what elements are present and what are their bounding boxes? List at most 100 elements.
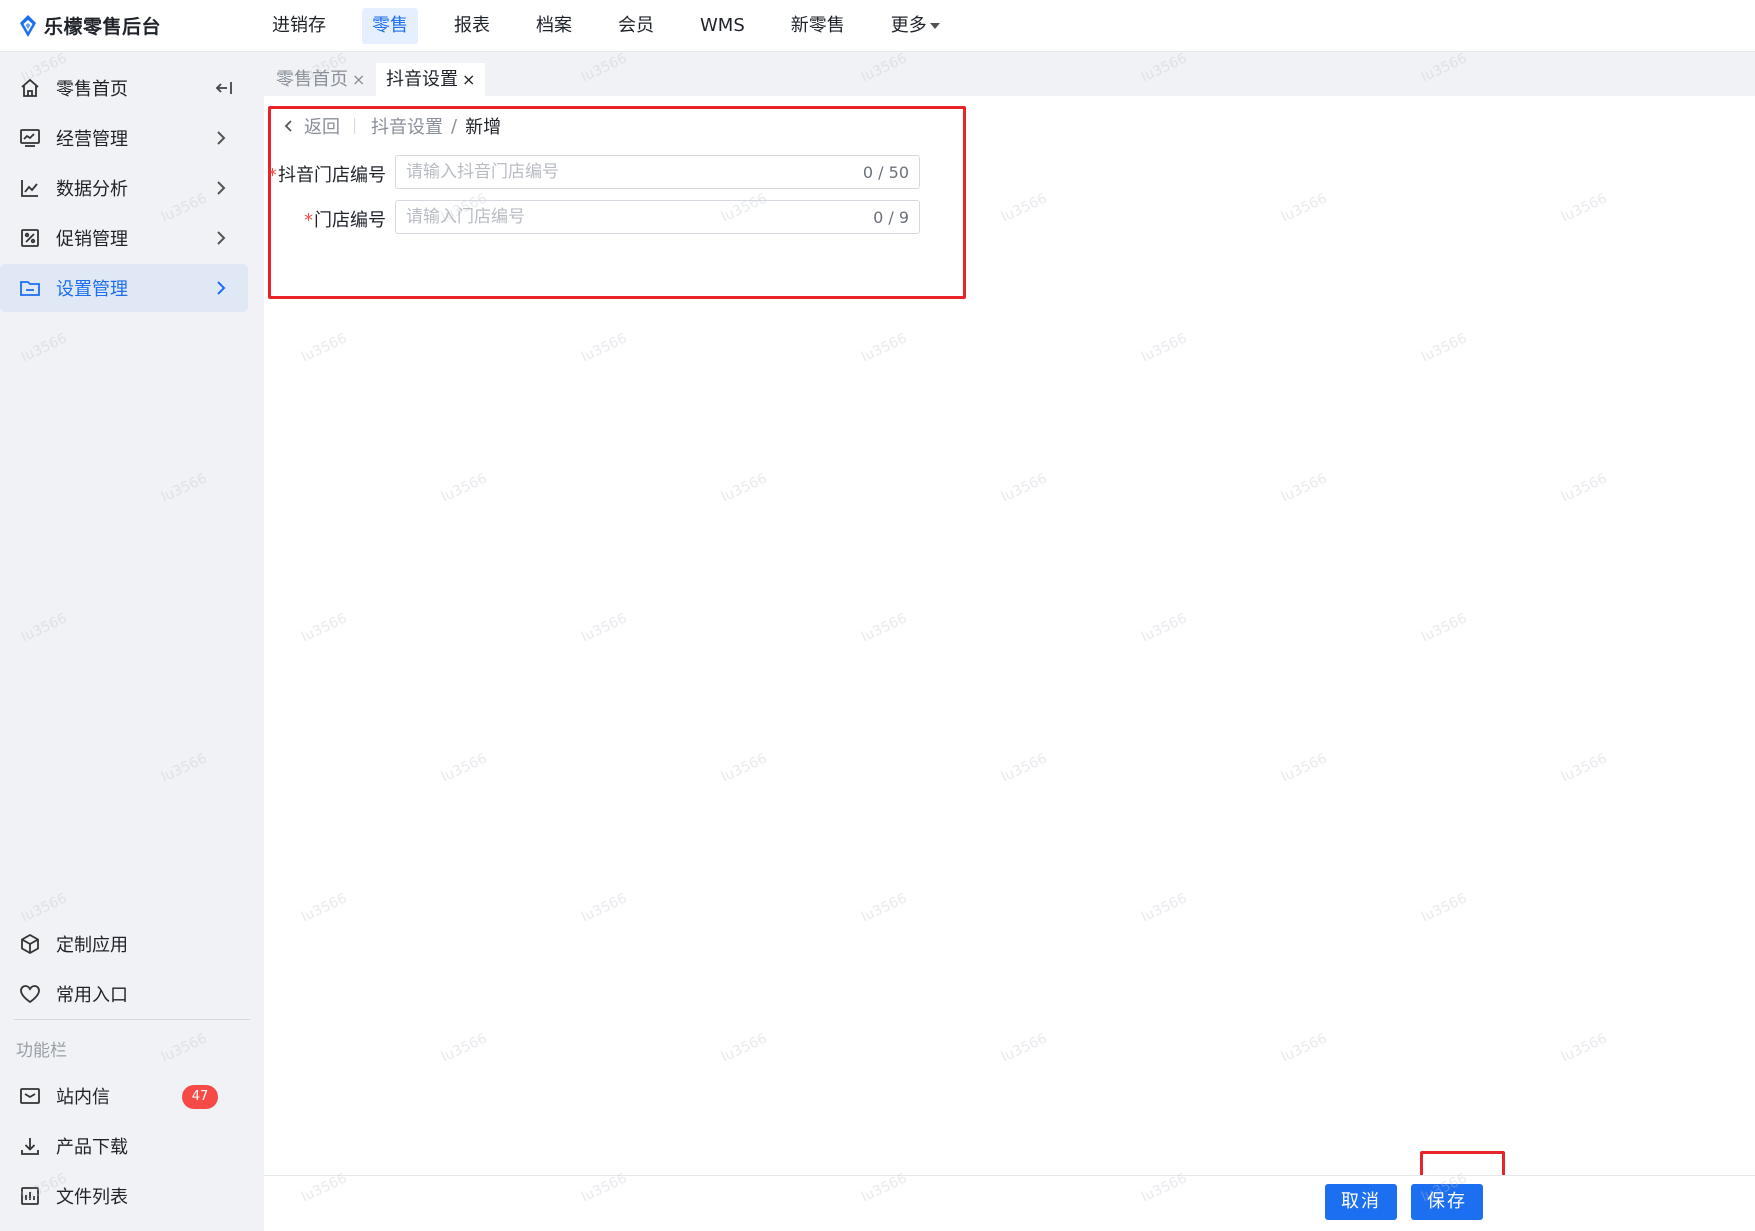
watermark-text: lu3566 — [298, 610, 350, 646]
top-nav: 进销存 零售 报表 档案 会员 WMS 新零售 更多 — [262, 0, 950, 52]
topnav-item-more[interactable]: 更多 — [881, 8, 950, 44]
save-button[interactable]: 保存 — [1411, 1184, 1483, 1220]
folder-icon — [18, 276, 42, 300]
back-link[interactable]: 返回 — [304, 113, 340, 139]
store-code-input[interactable] — [406, 207, 866, 227]
watermark-text: lu3566 — [998, 1030, 1050, 1066]
brand[interactable]: 乐檬零售后台 — [0, 0, 262, 52]
watermark-text: lu3566 — [438, 470, 490, 506]
topnav-item-reports[interactable]: 报表 — [444, 8, 500, 44]
topnav-item-new-retail[interactable]: 新零售 — [781, 8, 855, 44]
chevron-right-icon — [217, 131, 226, 145]
chevron-right-icon — [217, 181, 226, 195]
promo-icon — [18, 226, 42, 250]
tab-label: 抖音设置 — [386, 69, 458, 90]
sidebar-section-title: 功能栏 — [16, 1041, 67, 1061]
watermark-text: lu3566 — [1278, 750, 1330, 786]
watermark-text: lu3566 — [578, 610, 630, 646]
watermark-text: lu3566 — [998, 750, 1050, 786]
heart-icon — [18, 982, 42, 1006]
watermark-text: lu3566 — [1418, 890, 1470, 926]
close-icon[interactable]: × — [462, 70, 475, 89]
footer-bar — [264, 1175, 1755, 1231]
cancel-button[interactable]: 取消 — [1325, 1184, 1397, 1220]
app-title: 乐檬零售后台 — [44, 16, 162, 38]
sidebar-item-label: 定制应用 — [56, 935, 128, 956]
breadcrumb-parent[interactable]: 抖音设置 — [371, 113, 443, 139]
watermark-text: lu3566 — [438, 1030, 490, 1066]
sidebar-item-label: 经营管理 — [56, 129, 128, 150]
topnav-item-archive[interactable]: 档案 — [526, 8, 582, 44]
file-list-icon — [18, 1184, 42, 1208]
home-icon — [18, 76, 42, 100]
sidebar-item-label: 零售首页 — [56, 79, 128, 100]
sidebar: 零售首页 经营管理 数据分析 促销管理 设置管理 定制应用 常用入口 功能栏 站… — [0, 52, 264, 1231]
sidebar-item-label: 文件列表 — [56, 1187, 128, 1208]
store-code-label: *门店编号 — [268, 206, 386, 232]
topnav-item-member[interactable]: 会员 — [608, 8, 664, 44]
field-label-text: 抖音门店编号 — [278, 165, 386, 186]
mail-icon — [18, 1084, 42, 1108]
sidebar-item-label: 设置管理 — [56, 279, 128, 300]
collapse-sidebar-icon[interactable] — [212, 76, 236, 100]
sidebar-item-file-list[interactable]: 文件列表 — [0, 1172, 248, 1220]
watermark-text: lu3566 — [298, 890, 350, 926]
topnav-item-inventory[interactable]: 进销存 — [262, 8, 336, 44]
sidebar-item-custom-apps[interactable]: 定制应用 — [0, 920, 248, 968]
field-label-text: 门店编号 — [314, 210, 386, 231]
close-icon[interactable]: × — [352, 70, 365, 89]
watermark-text: lu3566 — [1558, 470, 1610, 506]
watermark-text: lu3566 — [1558, 750, 1610, 786]
top-header: 乐檬零售后台 进销存 零售 报表 档案 会员 WMS 新零售 更多 — [0, 0, 1755, 52]
tab-label: 零售首页 — [276, 69, 348, 90]
watermark-text: lu3566 — [298, 330, 350, 366]
sidebar-item-retail-home[interactable]: 零售首页 — [0, 64, 248, 112]
topnav-more-label: 更多 — [890, 14, 927, 36]
store-code-field[interactable]: 0 / 9 — [395, 200, 920, 234]
watermark-text: lu3566 — [438, 750, 490, 786]
watermark-text: lu3566 — [1138, 890, 1190, 926]
douyin-store-code-label: *抖音门店编号 — [268, 161, 386, 187]
caret-down-icon — [929, 22, 940, 29]
tab-douyin-settings[interactable]: 抖音设置 × — [376, 63, 486, 96]
topnav-item-wms[interactable]: WMS — [690, 8, 755, 44]
watermark-text: lu3566 — [998, 470, 1050, 506]
sidebar-item-label: 产品下载 — [56, 1137, 128, 1158]
watermark-text: lu3566 — [718, 750, 770, 786]
char-counter: 0 / 50 — [862, 162, 909, 182]
sidebar-divider — [14, 1019, 250, 1020]
breadcrumb-separator: / — [451, 115, 458, 137]
watermark-text: lu3566 — [718, 470, 770, 506]
sidebar-item-settings[interactable]: 设置管理 — [0, 264, 248, 312]
sidebar-item-messages[interactable]: 站内信 47 — [0, 1072, 248, 1120]
watermark-text: lu3566 — [1558, 190, 1610, 226]
cube-icon — [18, 932, 42, 956]
topnav-item-retail[interactable]: 零售 — [362, 7, 418, 44]
douyin-store-code-field[interactable]: 0 / 50 — [395, 155, 920, 189]
watermark-text: lu3566 — [998, 190, 1050, 226]
brand-logo-icon — [20, 14, 36, 37]
watermark-text: lu3566 — [718, 1030, 770, 1066]
char-counter: 0 / 9 — [873, 207, 909, 227]
sidebar-item-favorites[interactable]: 常用入口 — [0, 970, 248, 1018]
sidebar-item-label: 促销管理 — [56, 229, 128, 250]
tab-bar: 零售首页 × 抖音设置 × — [264, 52, 1755, 96]
tab-retail-home[interactable]: 零售首页 × — [266, 63, 375, 96]
watermark-text: lu3566 — [1138, 330, 1190, 366]
sidebar-item-product-download[interactable]: 产品下载 — [0, 1122, 248, 1170]
watermark-text: lu3566 — [1418, 610, 1470, 646]
sidebar-item-label: 常用入口 — [56, 985, 128, 1006]
chart-line-icon — [18, 176, 42, 200]
monitor-icon — [18, 126, 42, 150]
watermark-text: lu3566 — [1418, 330, 1470, 366]
sidebar-item-data-analysis[interactable]: 数据分析 — [0, 164, 248, 212]
sidebar-item-promotion[interactable]: 促销管理 — [0, 214, 248, 262]
watermark-text: lu3566 — [578, 890, 630, 926]
required-mark: * — [268, 165, 277, 186]
sidebar-item-business[interactable]: 经营管理 — [0, 114, 248, 162]
watermark-text: lu3566 — [578, 330, 630, 366]
chevron-left-icon[interactable] — [282, 119, 296, 133]
breadcrumb: 返回 抖音设置 / 新增 — [282, 114, 501, 138]
douyin-store-code-input[interactable] — [406, 162, 855, 182]
breadcrumb-divider — [354, 118, 355, 134]
